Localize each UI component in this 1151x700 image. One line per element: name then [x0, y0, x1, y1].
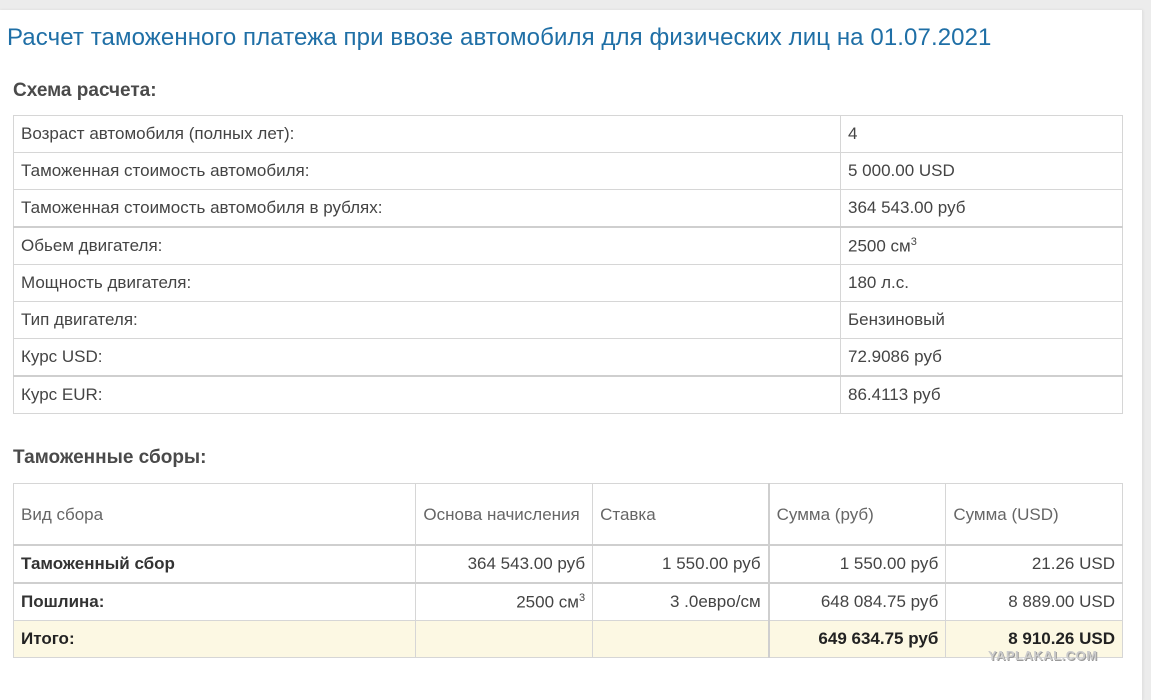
table-row: Таможенный сбор 364 543.00 руб 1 550.00 …: [12, 544, 1123, 584]
row-label: Обьем двигателя:: [13, 226, 841, 265]
duty-base-value: 2500 см: [516, 592, 579, 612]
row-label: Мощность двигателя:: [13, 264, 841, 302]
fee-rate: 3 .0евро/см: [592, 582, 770, 621]
scheme-table: Возраст автомобиля (полных лет): 4 Тамож…: [13, 115, 1123, 414]
fees-table: Вид сбора Основа начисления Ставка Сумма…: [12, 483, 1123, 658]
fee-sum-rub: 648 084.75 руб: [767, 582, 947, 621]
row-label: Тип двигателя:: [13, 301, 841, 339]
fee-name: Пошлина:: [12, 582, 417, 621]
table-row: Тип двигателя: Бензиновый: [13, 301, 1123, 339]
row-value: 86.4113 руб: [840, 375, 1123, 414]
section-title-fees: Таможенные сборы:: [13, 447, 207, 468]
fee-sum-rub: 1 550.00 руб: [767, 544, 947, 584]
fee-base: 2500 см3: [415, 582, 594, 621]
table-row: Возраст автомобиля (полных лет): 4: [13, 115, 1123, 153]
fee-sum-usd: 21.26 USD: [945, 544, 1123, 584]
column-header-fee-type: Вид сбора: [12, 483, 417, 546]
row-value: 72.9086 руб: [840, 338, 1123, 377]
engine-volume-value: 2500 см: [848, 236, 911, 256]
table-row: Таможенная стоимость автомобиля в рублях…: [13, 189, 1123, 228]
total-empty-cell: [415, 620, 594, 658]
row-value: 180 л.с.: [840, 264, 1123, 302]
table-row: Пошлина: 2500 см3 3 .0евро/см 648 084.75…: [12, 582, 1123, 621]
column-header-sum-rub: Сумма (руб): [767, 483, 947, 546]
column-header-rate: Ставка: [592, 483, 770, 546]
table-row: Таможенная стоимость автомобиля: 5 000.0…: [13, 152, 1123, 190]
table-row: Мощность двигателя: 180 л.с.: [13, 264, 1123, 302]
row-value: 2500 см3: [840, 226, 1123, 265]
table-row: Обьем двигателя: 2500 см3: [13, 226, 1123, 265]
section-title-scheme: Схема расчета:: [13, 80, 157, 101]
table-header-row: Вид сбора Основа начисления Ставка Сумма…: [12, 483, 1123, 546]
row-label: Курс EUR:: [13, 375, 841, 414]
page-title: Расчет таможенного платежа при ввозе авт…: [7, 24, 992, 51]
cubic-superscript: 3: [910, 235, 917, 248]
row-value: 364 543.00 руб: [840, 189, 1123, 228]
watermark-logo: YAPLAKAL.COM: [988, 648, 1098, 663]
row-label: Курс USD:: [13, 338, 841, 377]
column-header-base: Основа начисления: [415, 483, 594, 546]
total-label: Итого:: [12, 620, 417, 658]
row-label: Таможенная стоимость автомобиля:: [13, 152, 841, 190]
fee-base: 364 543.00 руб: [415, 544, 594, 584]
table-row: Курс EUR: 86.4113 руб: [13, 375, 1123, 414]
fee-sum-usd: 8 889.00 USD: [945, 582, 1123, 621]
row-label: Возраст автомобиля (полных лет):: [13, 115, 841, 153]
row-label: Таможенная стоимость автомобиля в рублях…: [13, 189, 841, 228]
total-sum-rub: 649 634.75 руб: [767, 620, 947, 658]
fee-rate: 1 550.00 руб: [592, 544, 770, 584]
cubic-superscript: 3: [578, 591, 586, 604]
row-value: 4: [840, 115, 1123, 153]
column-header-sum-usd: Сумма (USD): [945, 483, 1123, 546]
table-row: Курс USD: 72.9086 руб: [13, 338, 1123, 377]
row-value: 5 000.00 USD: [840, 152, 1123, 190]
fee-name: Таможенный сбор: [12, 544, 417, 584]
total-empty-cell: [592, 620, 770, 658]
total-row: Итого: 649 634.75 руб 8 910.26 USD: [12, 620, 1123, 658]
row-value: Бензиновый: [840, 301, 1123, 339]
